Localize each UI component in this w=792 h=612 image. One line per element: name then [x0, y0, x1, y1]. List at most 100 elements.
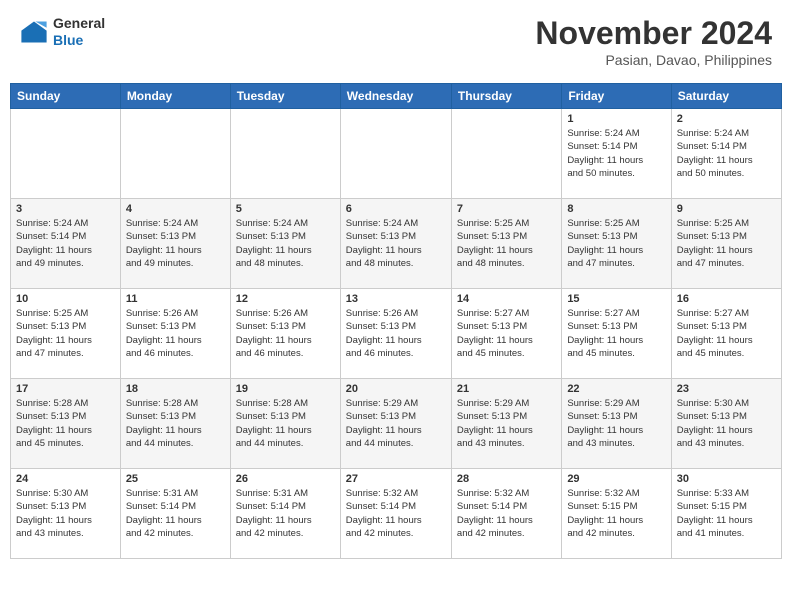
day-info: Sunrise: 5:24 AM Sunset: 5:14 PM Dayligh… — [16, 217, 115, 270]
page-header: General Blue November 2024 Pasian, Davao… — [10, 10, 782, 73]
day-info: Sunrise: 5:29 AM Sunset: 5:13 PM Dayligh… — [567, 397, 665, 450]
weekday-header-sunday: Sunday — [11, 84, 121, 109]
calendar-table: SundayMondayTuesdayWednesdayThursdayFrid… — [10, 83, 782, 559]
logo-text: General Blue — [53, 15, 105, 49]
calendar-cell-1-6: 1 Sunrise: 5:24 AM Sunset: 5:14 PM Daylig… — [562, 109, 671, 199]
calendar-cell-2-1: 3Sunrise: 5:24 AM Sunset: 5:14 PM Daylig… — [11, 199, 121, 289]
day-info: Sunrise: 5:33 AM Sunset: 5:15 PM Dayligh… — [677, 487, 776, 540]
weekday-header-saturday: Saturday — [671, 84, 781, 109]
calendar-cell-4-3: 19Sunrise: 5:28 AM Sunset: 5:13 PM Dayli… — [230, 379, 340, 469]
logo-general: General — [53, 15, 105, 32]
calendar-cell-5-1: 24Sunrise: 5:30 AM Sunset: 5:13 PM Dayli… — [11, 469, 121, 559]
logo: General Blue — [20, 15, 105, 49]
day-number: 9 — [677, 203, 776, 215]
weekday-header-friday: Friday — [562, 84, 671, 109]
weekday-header-thursday: Thursday — [451, 84, 561, 109]
calendar-cell-2-3: 5Sunrise: 5:24 AM Sunset: 5:13 PM Daylig… — [230, 199, 340, 289]
day-info: Sunrise: 5:29 AM Sunset: 5:13 PM Dayligh… — [346, 397, 446, 450]
day-number: 13 — [346, 293, 446, 305]
day-info: Sunrise: 5:24 AM Sunset: 5:14 PM Dayligh… — [567, 127, 665, 180]
day-number: 30 — [677, 473, 776, 485]
day-number: 26 — [236, 473, 335, 485]
day-number: 17 — [16, 383, 115, 395]
day-info: Sunrise: 5:26 AM Sunset: 5:13 PM Dayligh… — [236, 307, 335, 360]
calendar-cell-4-4: 20 Sunrise: 5:29 AM Sunset: 5:13 PM Dayli… — [340, 379, 451, 469]
calendar-cell-2-6: 8Sunrise: 5:25 AM Sunset: 5:13 PM Daylig… — [562, 199, 671, 289]
day-info: Sunrise: 5:30 AM Sunset: 5:13 PM Dayligh… — [16, 487, 115, 540]
day-info: Sunrise: 5:32 AM Sunset: 5:14 PM Dayligh… — [457, 487, 556, 540]
calendar-cell-5-6: 29Sunrise: 5:32 AM Sunset: 5:15 PM Dayli… — [562, 469, 671, 559]
weekday-header-wednesday: Wednesday — [340, 84, 451, 109]
day-number: 7 — [457, 203, 556, 215]
day-info: Sunrise: 5:30 AM Sunset: 5:13 PM Dayligh… — [677, 397, 776, 450]
day-number: 12 — [236, 293, 335, 305]
location-subtitle: Pasian, Davao, Philippines — [535, 52, 772, 68]
day-info: Sunrise: 5:24 AM Sunset: 5:13 PM Dayligh… — [346, 217, 446, 270]
calendar-week-4: 17 Sunrise: 5:28 AM Sunset: 5:13 PM Dayli… — [11, 379, 782, 469]
calendar-cell-3-3: 12 Sunrise: 5:26 AM Sunset: 5:13 PM Dayli… — [230, 289, 340, 379]
day-info: Sunrise: 5:29 AM Sunset: 5:13 PM Dayligh… — [457, 397, 556, 450]
calendar-cell-4-7: 23 Sunrise: 5:30 AM Sunset: 5:13 PM Dayli… — [671, 379, 781, 469]
calendar-week-1: 1 Sunrise: 5:24 AM Sunset: 5:14 PM Daylig… — [11, 109, 782, 199]
calendar-cell-4-1: 17 Sunrise: 5:28 AM Sunset: 5:13 PM Dayli… — [11, 379, 121, 469]
calendar-week-2: 3Sunrise: 5:24 AM Sunset: 5:14 PM Daylig… — [11, 199, 782, 289]
calendar-cell-5-5: 28 Sunrise: 5:32 AM Sunset: 5:14 PM Dayli… — [451, 469, 561, 559]
day-number: 27 — [346, 473, 446, 485]
calendar-cell-5-4: 27 Sunrise: 5:32 AM Sunset: 5:14 PM Dayli… — [340, 469, 451, 559]
logo-icon — [20, 18, 48, 46]
calendar-cell-2-7: 9 Sunrise: 5:25 AM Sunset: 5:13 PM Daylig… — [671, 199, 781, 289]
day-number: 10 — [16, 293, 115, 305]
day-number: 25 — [126, 473, 225, 485]
day-number: 18 — [126, 383, 225, 395]
day-info: Sunrise: 5:24 AM Sunset: 5:14 PM Dayligh… — [677, 127, 776, 180]
month-year-title: November 2024 — [535, 15, 772, 52]
calendar-cell-3-4: 13Sunrise: 5:26 AM Sunset: 5:13 PM Dayli… — [340, 289, 451, 379]
calendar-cell-1-3 — [230, 109, 340, 199]
day-number: 8 — [567, 203, 665, 215]
day-number: 23 — [677, 383, 776, 395]
calendar-cell-4-6: 22Sunrise: 5:29 AM Sunset: 5:13 PM Dayli… — [562, 379, 671, 469]
day-number: 20 — [346, 383, 446, 395]
calendar-cell-4-2: 18Sunrise: 5:28 AM Sunset: 5:13 PM Dayli… — [120, 379, 230, 469]
day-info: Sunrise: 5:26 AM Sunset: 5:13 PM Dayligh… — [126, 307, 225, 360]
weekday-header-monday: Monday — [120, 84, 230, 109]
day-number: 16 — [677, 293, 776, 305]
calendar-cell-2-5: 7 Sunrise: 5:25 AM Sunset: 5:13 PM Daylig… — [451, 199, 561, 289]
calendar-cell-1-2 — [120, 109, 230, 199]
calendar-cell-1-7: 2Sunrise: 5:24 AM Sunset: 5:14 PM Daylig… — [671, 109, 781, 199]
calendar-week-5: 24Sunrise: 5:30 AM Sunset: 5:13 PM Dayli… — [11, 469, 782, 559]
calendar-cell-5-7: 30 Sunrise: 5:33 AM Sunset: 5:15 PM Dayli… — [671, 469, 781, 559]
calendar-cell-3-1: 10 Sunrise: 5:25 AM Sunset: 5:13 PM Dayli… — [11, 289, 121, 379]
title-section: November 2024 Pasian, Davao, Philippines — [535, 15, 772, 68]
calendar-cell-4-5: 21Sunrise: 5:29 AM Sunset: 5:13 PM Dayli… — [451, 379, 561, 469]
day-info: Sunrise: 5:25 AM Sunset: 5:13 PM Dayligh… — [457, 217, 556, 270]
day-info: Sunrise: 5:27 AM Sunset: 5:13 PM Dayligh… — [677, 307, 776, 360]
day-info: Sunrise: 5:28 AM Sunset: 5:13 PM Dayligh… — [236, 397, 335, 450]
weekday-header-tuesday: Tuesday — [230, 84, 340, 109]
day-info: Sunrise: 5:27 AM Sunset: 5:13 PM Dayligh… — [457, 307, 556, 360]
day-info: Sunrise: 5:24 AM Sunset: 5:13 PM Dayligh… — [126, 217, 225, 270]
day-number: 1 — [567, 113, 665, 125]
calendar-cell-3-5: 14Sunrise: 5:27 AM Sunset: 5:13 PM Dayli… — [451, 289, 561, 379]
day-info: Sunrise: 5:27 AM Sunset: 5:13 PM Dayligh… — [567, 307, 665, 360]
logo-blue: Blue — [53, 32, 105, 49]
calendar-cell-3-2: 11 Sunrise: 5:26 AM Sunset: 5:13 PM Dayli… — [120, 289, 230, 379]
calendar-cell-1-1 — [11, 109, 121, 199]
day-number: 15 — [567, 293, 665, 305]
calendar-cell-2-2: 4 Sunrise: 5:24 AM Sunset: 5:13 PM Daylig… — [120, 199, 230, 289]
calendar-cell-5-3: 26Sunrise: 5:31 AM Sunset: 5:14 PM Dayli… — [230, 469, 340, 559]
day-number: 11 — [126, 293, 225, 305]
day-info: Sunrise: 5:32 AM Sunset: 5:15 PM Dayligh… — [567, 487, 665, 540]
day-info: Sunrise: 5:32 AM Sunset: 5:14 PM Dayligh… — [346, 487, 446, 540]
day-info: Sunrise: 5:25 AM Sunset: 5:13 PM Dayligh… — [677, 217, 776, 270]
day-info: Sunrise: 5:28 AM Sunset: 5:13 PM Dayligh… — [16, 397, 115, 450]
calendar-cell-2-4: 6Sunrise: 5:24 AM Sunset: 5:13 PM Daylig… — [340, 199, 451, 289]
day-info: Sunrise: 5:25 AM Sunset: 5:13 PM Dayligh… — [16, 307, 115, 360]
calendar-header-row: SundayMondayTuesdayWednesdayThursdayFrid… — [11, 84, 782, 109]
day-info: Sunrise: 5:31 AM Sunset: 5:14 PM Dayligh… — [126, 487, 225, 540]
day-number: 4 — [126, 203, 225, 215]
day-number: 5 — [236, 203, 335, 215]
calendar-cell-1-5 — [451, 109, 561, 199]
day-number: 28 — [457, 473, 556, 485]
calendar-week-3: 10 Sunrise: 5:25 AM Sunset: 5:13 PM Dayli… — [11, 289, 782, 379]
